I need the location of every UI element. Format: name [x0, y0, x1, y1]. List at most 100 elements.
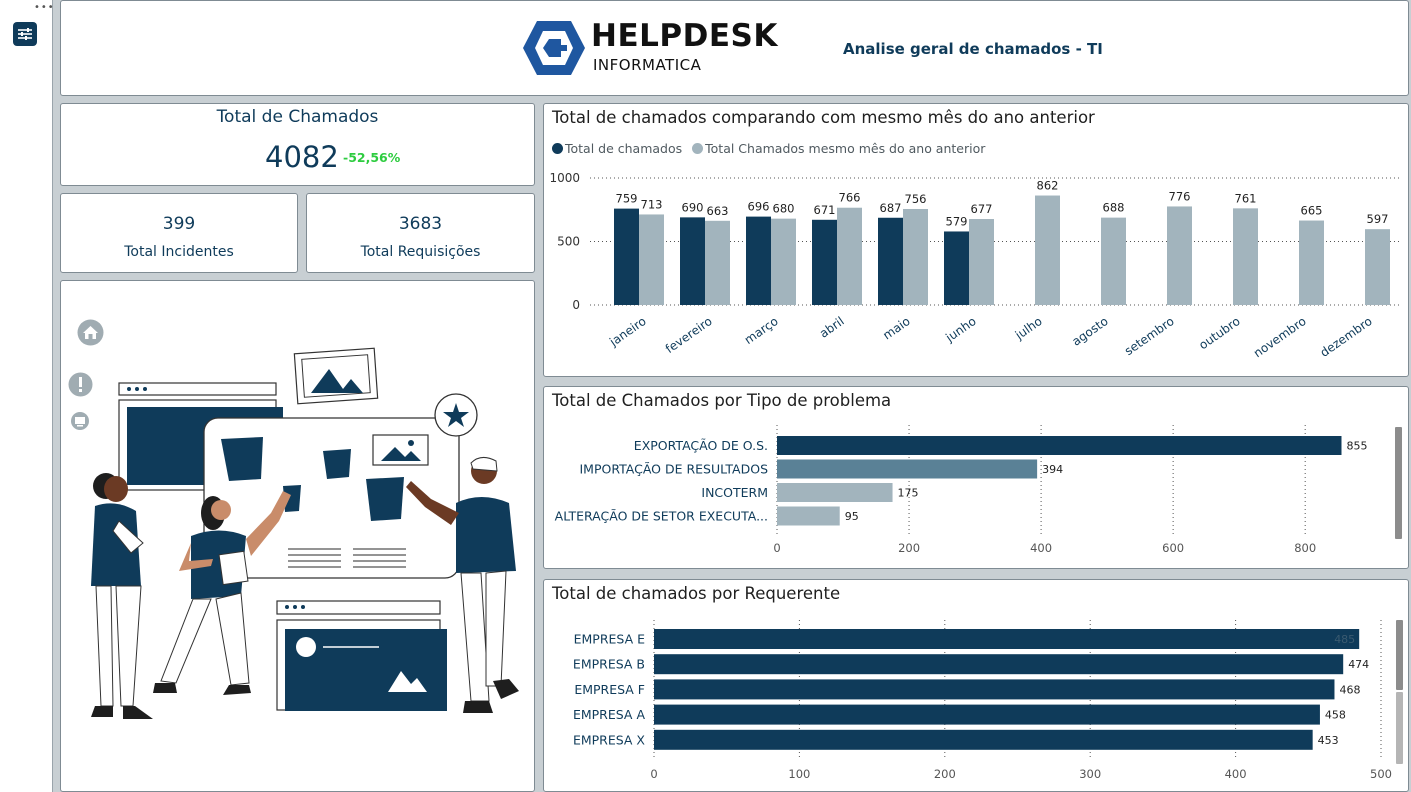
bar-previous [771, 218, 796, 305]
bar-previous [969, 219, 994, 305]
x-tick-label: 100 [788, 767, 810, 781]
filter-panel-button[interactable] [13, 22, 37, 46]
y-category-label: EMPRESA A [573, 707, 645, 722]
x-tick-label: 400 [1225, 767, 1247, 781]
kpi-requests-value: 3683 [398, 214, 443, 234]
kpi-total-card[interactable]: Total de Chamados 4082 -52,56% [60, 103, 535, 186]
bar [777, 506, 840, 526]
y-category-label: EXPORTAÇÃO DE O.S. [634, 438, 768, 453]
data-label: 862 [1037, 179, 1059, 193]
x-tick-label: 200 [898, 541, 920, 555]
data-label: 756 [905, 192, 927, 206]
y-category-label: EMPRESA F [574, 682, 645, 697]
bar [777, 436, 1342, 455]
data-label: 761 [1235, 191, 1257, 205]
x-tick-label: fevereiro [663, 314, 715, 356]
helpdesk-logo-icon [523, 21, 585, 75]
bar [654, 729, 1313, 750]
kpi-requests-label: Total Requisições [360, 244, 481, 260]
x-tick-label: janeiro [606, 314, 648, 350]
bar-previous [903, 208, 928, 305]
y-tick-label: 0 [572, 298, 580, 312]
x-tick-label: 500 [1370, 767, 1392, 781]
x-tick-label: dezembro [1318, 314, 1375, 360]
data-label: 677 [971, 202, 993, 216]
x-tick-label: 800 [1294, 541, 1316, 555]
monthly-comparison-card[interactable]: Total de chamados comparando com mesmo m… [543, 103, 1409, 377]
x-tick-label: novembro [1251, 314, 1309, 360]
kpi-incidents-card[interactable]: 399 Total Incidentes [60, 193, 298, 273]
kpi-total-title: Total de Chamados [216, 107, 379, 127]
requester-card[interactable]: Total de chamados por Requerente 0 100 200… [543, 579, 1409, 792]
data-label: 713 [641, 197, 663, 211]
bar [777, 459, 1038, 479]
bar-previous [705, 220, 730, 305]
data-label: 474 [1348, 658, 1369, 671]
data-label: 458 [1325, 709, 1346, 722]
data-label: 680 [773, 202, 795, 216]
y-category-label: IMPORTAÇÃO DE RESULTADOS [579, 462, 768, 477]
bar [654, 654, 1344, 675]
kpi-incidents-value: 399 [162, 214, 196, 234]
bar-previous [1101, 217, 1126, 305]
data-label: 579 [946, 214, 968, 228]
y-tick-label: 1000 [549, 171, 580, 185]
data-label: 468 [1339, 683, 1360, 696]
bar [777, 483, 893, 502]
bar-current [614, 208, 639, 305]
chart3-scrollbar[interactable] [1396, 620, 1403, 690]
bar-current [746, 216, 771, 305]
data-label: 95 [845, 510, 859, 523]
problem-type-chart: 0 200 400 600 800 EXPORTAÇÃO DE O.S. 855 IMPORT… [555, 425, 1367, 555]
x-tick-label: maio [880, 314, 912, 343]
data-label: 663 [707, 204, 729, 218]
bar-previous [837, 207, 862, 305]
x-tick-label: agosto [1069, 314, 1110, 349]
sliders-icon [18, 28, 32, 40]
problem-type-card[interactable]: Total de Chamados por Tipo de problema 0… [543, 386, 1409, 569]
requester-chart: 0 100 200 300 400 500 EMPRESA E 485 EMPRESA B 474… [573, 620, 1392, 781]
data-label: 394 [1042, 463, 1063, 476]
bar-previous [639, 214, 664, 305]
y-category-label: ALTERAÇÃO DE SETOR EXECUTA... [555, 509, 768, 524]
x-tick-label: julho [1012, 314, 1045, 343]
report-subtitle: Analise geral de chamados - TI [843, 40, 1103, 58]
data-label: 175 [898, 487, 919, 500]
bar [654, 704, 1320, 725]
data-label: 696 [748, 200, 770, 214]
kpi-incidents-label: Total Incidentes [124, 244, 234, 260]
header-banner: HELPDESK INFORMATICA Analise geral de ch… [60, 0, 1409, 96]
data-label: 690 [682, 200, 704, 214]
bar-previous [1365, 229, 1390, 305]
kpi-requests-card[interactable]: 3683 Total Requisições [306, 193, 535, 273]
y-category-label: INCOTERM [701, 485, 768, 500]
data-label: 687 [880, 201, 902, 215]
data-label: 453 [1318, 734, 1339, 747]
bar-previous [1035, 195, 1060, 305]
chart2-scrollbar[interactable] [1395, 427, 1402, 539]
kpi-total-value: 4082 [265, 140, 339, 174]
data-label: 776 [1169, 189, 1191, 203]
x-tick-label: 0 [773, 541, 780, 555]
left-rail: ••• [0, 0, 55, 792]
bar-current [680, 217, 705, 305]
data-label: 688 [1103, 201, 1125, 215]
more-options-icon[interactable]: ••• [34, 3, 55, 13]
x-tick-label: 400 [1030, 541, 1052, 555]
kpi-total-change: -52,56% [343, 150, 401, 165]
bar-current [812, 219, 837, 305]
bar-previous [1299, 220, 1324, 305]
monthly-comparison-chart: 05001000759 713janeiro690 663fevereiro696 6… [549, 171, 1402, 360]
bar [654, 629, 1360, 649]
x-tick-label: 0 [650, 767, 657, 781]
chart3-scrollbar-track[interactable] [1396, 692, 1403, 764]
team-illustration [91, 347, 519, 719]
data-label: 597 [1367, 212, 1389, 226]
x-tick-label: março [742, 314, 781, 347]
y-category-label: EMPRESA X [573, 732, 645, 747]
y-tick-label: 500 [557, 235, 580, 249]
bar-previous [1167, 206, 1192, 305]
logo-sub-text: INFORMATICA [593, 56, 702, 74]
data-label: 759 [616, 192, 638, 206]
x-tick-label: 300 [1079, 767, 1101, 781]
